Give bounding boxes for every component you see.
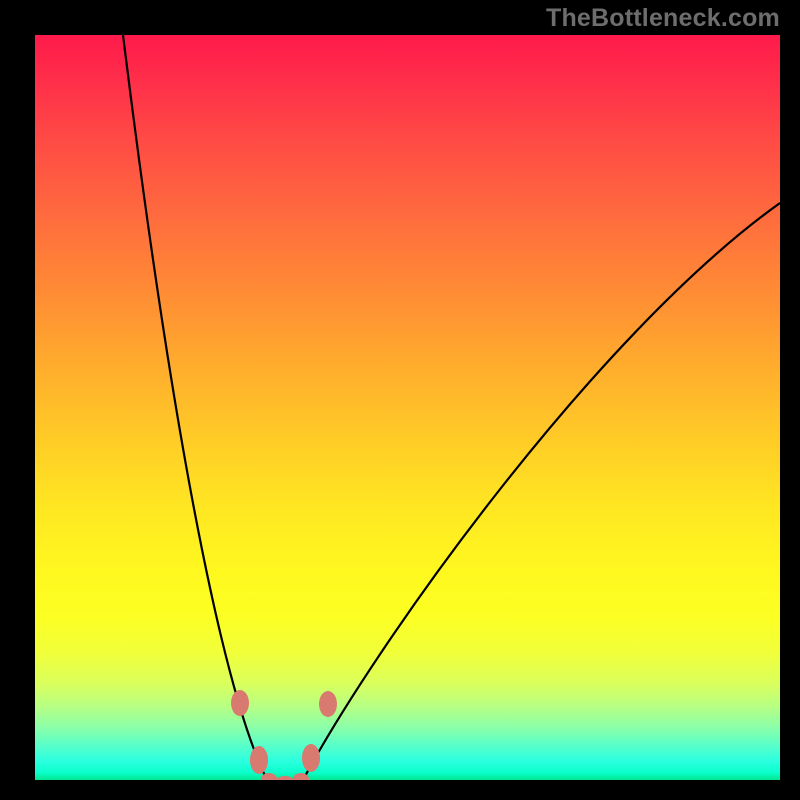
marker-left-lower [250, 746, 268, 774]
curve-layer [35, 35, 780, 780]
plot-area [35, 35, 780, 780]
bottleneck-curve [123, 35, 780, 780]
watermark-text: TheBottleneck.com [546, 4, 780, 33]
marker-group [231, 690, 337, 780]
chart-frame: TheBottleneck.com [0, 0, 800, 800]
marker-left-upper [231, 690, 249, 716]
marker-right-upper [319, 691, 337, 717]
marker-bottom-2 [276, 776, 294, 780]
marker-right-lower [302, 744, 320, 772]
